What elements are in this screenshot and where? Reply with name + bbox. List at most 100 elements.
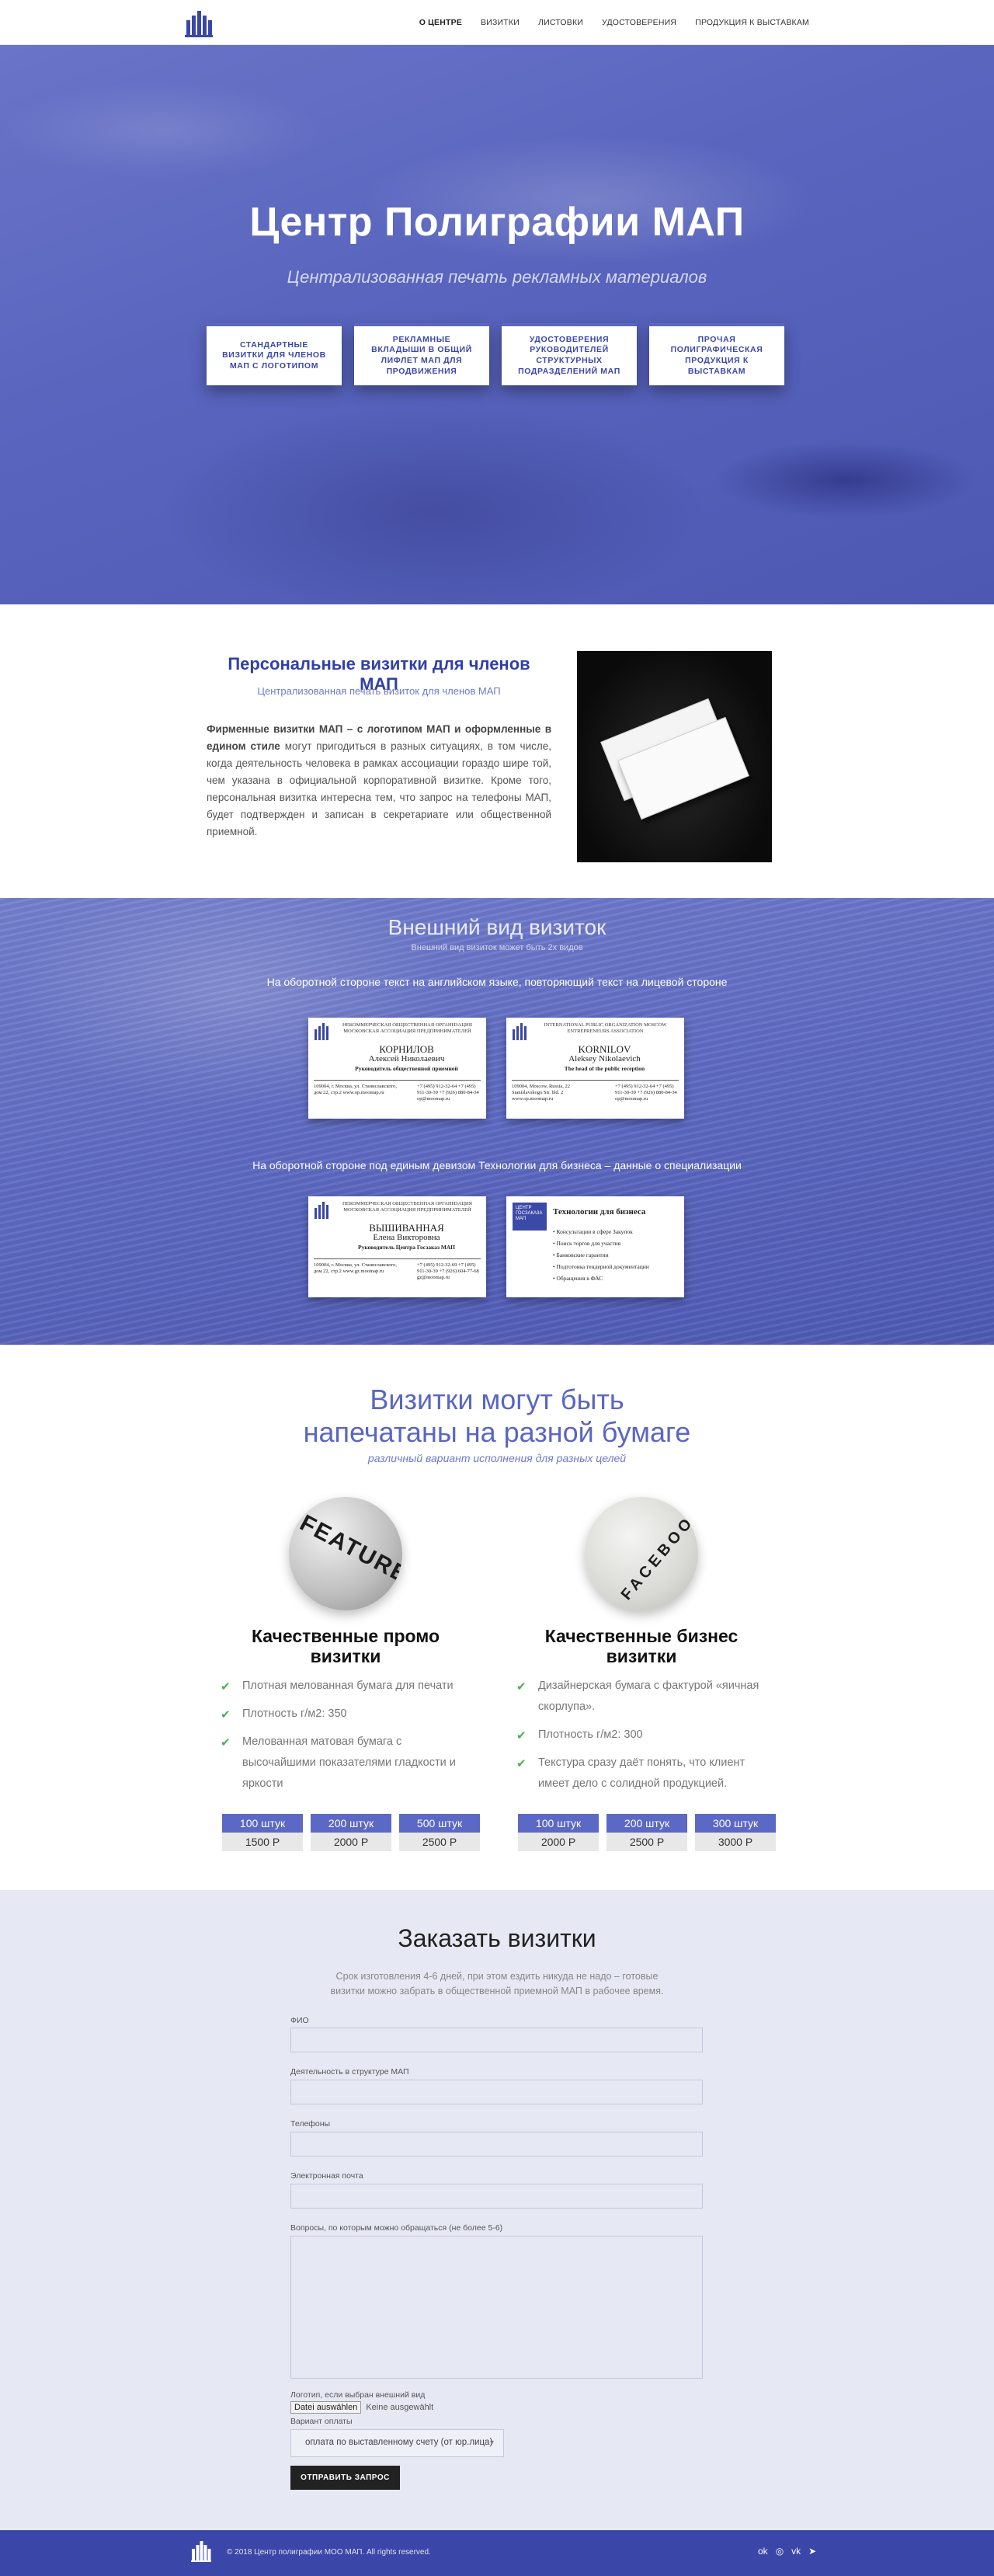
hero-button-certificates[interactable]: УДОСТОВЕРЕНИЯ РУКОВОДИТЕЛЕЙ СТРУКТУРНЫХ … (502, 323, 637, 385)
card-logo-icon (315, 1023, 328, 1040)
price-option[interactable]: 100 штук 2000 Р (518, 1814, 599, 1851)
card-phones: +7 (495) 912-32-64 +7 (495) 911-30-39 +7… (417, 1084, 479, 1102)
check-icon: ✔ (516, 1757, 527, 1770)
personal-cards-section: Персональные визитки для членов МАП Цент… (0, 604, 994, 898)
fio-field[interactable] (290, 2028, 703, 2052)
price-option[interactable]: 200 штук 2500 Р (606, 1814, 687, 1851)
personal-subtitle: Централизованная печать визиток для член… (257, 685, 501, 697)
price-option[interactable]: 500 штук 2500 Р (399, 1814, 480, 1851)
site-header: О ЦЕНТРЕ ВИЗИТКИ ЛИСТОВКИ УДОСТОВЕРЕНИЯ … (0, 0, 994, 45)
price-qty: 500 штук (399, 1814, 480, 1833)
phones-label: Телефоны (290, 2119, 331, 2129)
map-logo[interactable] (185, 8, 213, 37)
questions-label: Вопросы, по которым можно обращаться (не… (290, 2223, 503, 2233)
card-org: INTERNATIONAL PUBLIC ORGANIZATION MOSCOW… (544, 1022, 667, 1034)
paper-types-section: Визитки могут быть напечатаны на разной б… (0, 1345, 994, 1890)
view-subtitle: Внешний вид визиток может быть 2х видов (411, 943, 583, 952)
business-card-ru-front: НЕКОММЕРЧЕСКАЯ ОБЩЕСТВЕННАЯ ОРГАНИЗАЦИЯ … (308, 1018, 486, 1119)
activity-field[interactable] (290, 2080, 703, 2104)
telegram-icon[interactable]: ➤ (808, 2546, 816, 2557)
hero-title: Центр Полиграфии МАП (249, 200, 745, 245)
submit-button[interactable]: ОТПРАВИТЬ ЗАПРОС (290, 2466, 400, 2490)
nav-item-exhibitions[interactable]: ПРОДУКЦИЯ К ВЫСТАВКАМ (695, 18, 809, 27)
business-paper-image: FACEBOOK (585, 1497, 698, 1610)
feature-item: ✔ Плотная мелованная бумага для печати (217, 1676, 474, 1697)
nav-item-business-cards[interactable]: ВИЗИТКИ (481, 18, 520, 27)
hero-button-exhibitions[interactable]: ПРОЧАЯ ПОЛИГРАФИЧЕСКАЯ ПРОДУКЦИЯ К ВЫСТА… (649, 323, 784, 385)
hero-section: Центр Полиграфии МАП Централизованная пе… (0, 45, 994, 604)
hero-subtitle: Централизованная печать рекламных матери… (287, 267, 707, 287)
email-field[interactable] (290, 2184, 703, 2209)
hero-button-leaflets[interactable]: РЕКЛАМНЫЕ ВКЛАДЫШИ В ОБЩИЙ ЛИФЛЕТ МАП ДЛ… (354, 323, 489, 385)
price-option[interactable]: 100 штук 1500 Р (222, 1814, 303, 1851)
price-value: 2000 Р (518, 1833, 599, 1851)
paper-subtitle: различный вариант исполнения для разных … (367, 1452, 627, 1464)
price-value: 3000 Р (695, 1833, 776, 1851)
card-name: КОРНИЛОВ (379, 1043, 434, 1055)
feature-text: Плотность г/м2: 350 (242, 1707, 347, 1720)
price-qty: 100 штук (222, 1814, 303, 1833)
feature-item: ✔ Плотность г/м2: 300 (513, 1725, 770, 1746)
list-item: • Консультации в сфере Закупок (553, 1228, 633, 1235)
card-address: 109004, г. Москва, ул. Станиславского, д… (314, 1084, 397, 1095)
chevron-down-icon: ▾ (489, 2438, 494, 2447)
personal-text-rest: могут пригодиться в разных ситуациях, в … (207, 740, 552, 837)
card-name: ВЫШИВАННАЯ (369, 1222, 444, 1234)
logo-label: Логотип, если выбран внешний вид (290, 2390, 426, 2400)
check-icon: ✔ (221, 1680, 231, 1694)
card-view-section: Внешний вид визиток Внешний вид визиток … (0, 898, 994, 1345)
questions-textarea[interactable] (290, 2236, 703, 2379)
view-title: Внешний вид визиток (388, 915, 606, 939)
paper-title: Визитки могут быть напечатаны на разной б… (0, 1384, 994, 1449)
price-value: 2000 Р (311, 1833, 391, 1851)
price-qty: 200 штук (311, 1814, 391, 1833)
site-footer: © 2018 Центр полиграфии МОО МАП. All rig… (0, 2530, 994, 2576)
feature-text: Мелованная матовая бумага с высочайшими … (242, 1735, 456, 1790)
nav-item-about[interactable]: О ЦЕНТРЕ (419, 18, 462, 27)
card-phones: +7 (495) 912-32-69 +7 (495) 911-30-39 +7… (417, 1262, 479, 1280)
card-address: 109004, г. Москва, ул. Станиславского, д… (314, 1262, 397, 1274)
footer-logo[interactable] (191, 2539, 211, 2563)
promo-prices: 100 штук 1500 Р 200 штук 2000 Р 500 штук 25… (222, 1814, 480, 1851)
card-org: НЕКОММЕРЧЕСКАЯ ОБЩЕСТВЕННАЯ ОРГАНИЗАЦИЯ … (342, 1022, 472, 1034)
price-option[interactable]: 300 штук 3000 Р (695, 1814, 776, 1851)
odnoklassniki-icon[interactable]: ok (758, 2546, 768, 2557)
card-first-name: Елена Викторовна (373, 1233, 440, 1242)
check-icon: ✔ (221, 1708, 231, 1721)
file-status: Keine ausgewählt (366, 2403, 434, 2412)
nav-item-certificates[interactable]: УДОСТОВЕРЕНИЯ (602, 18, 676, 27)
card-role: Руководитель общественной приемной (355, 1065, 458, 1072)
promo-title: Качественные промо визитки (251, 1626, 440, 1666)
feature-item: ✔ Дизайнерская бумага с фактурой «яичная … (513, 1676, 770, 1718)
check-icon: ✔ (516, 1680, 527, 1694)
card-address: 109004, Moscow, Russia, 22 Stanislavskog… (512, 1084, 571, 1102)
card-phones: +7 (495) 912-32-64 +7 (495) 911-30-39 +7… (615, 1084, 677, 1102)
check-icon: ✔ (516, 1729, 527, 1742)
file-select-button[interactable]: Datei auswählen (290, 2401, 362, 2414)
card-first-name: Алексей Николаевич (368, 1054, 445, 1063)
phones-field[interactable] (290, 2132, 703, 2157)
feature-item: ✔ Мелованная матовая бумага с высочайшими… (217, 1732, 474, 1794)
paper-title-line2: напечатаны на разной бумаге (303, 1416, 691, 1448)
order-subtitle: Срок изготовления 4-6 дней, при этом езд… (330, 1971, 664, 1996)
payment-label: Вариант оплаты (290, 2417, 353, 2426)
business-prices: 100 штук 2000 Р 200 штук 2500 Р 300 штук 30… (518, 1814, 776, 1851)
gz-logo: ЦЕНТР ГОСЗАКАЗА МАП (513, 1203, 547, 1231)
card-tech-list: • Консультации в сфере Закупок • Поиск т… (553, 1226, 649, 1284)
activity-label: Деятельность в структуре МАП (290, 2067, 409, 2076)
nav-item-leaflets[interactable]: ЛИСТОВКИ (538, 18, 583, 27)
order-section: Заказать визитки Срок изготовления 4-6 д… (0, 1890, 994, 2530)
main-nav: О ЦЕНТРЕ ВИЗИТКИ ЛИСТОВКИ УДОСТОВЕРЕНИЯ … (419, 0, 809, 45)
file-upload: Datei auswählen Keine ausgewählt (290, 2401, 433, 2414)
payment-value: оплата по выставленному счету (от юр.лиц… (305, 2438, 493, 2447)
view-caption-tech: На оборотной стороне под единым девизом … (252, 1159, 742, 1171)
payment-select[interactable]: оплата по выставленному счету (от юр.лиц… (290, 2429, 504, 2457)
price-option[interactable]: 200 штук 2000 Р (311, 1814, 391, 1851)
instagram-icon[interactable]: ◎ (776, 2546, 784, 2557)
card-role: Руководитель Центра Госзаказ МАП (357, 1244, 455, 1251)
business-title: Качественные бизнес визитки (544, 1626, 739, 1666)
hero-button-business-cards[interactable]: СТАНДАРТНЫЕ ВИЗИТКИ ДЛЯ ЧЛЕНОВ МАП С ЛОГ… (207, 323, 342, 385)
vk-icon[interactable]: vk (791, 2546, 801, 2557)
feature-text: Плотность г/м2: 300 (538, 1728, 643, 1741)
list-item: • Подготовка тендерной документации (553, 1263, 649, 1270)
